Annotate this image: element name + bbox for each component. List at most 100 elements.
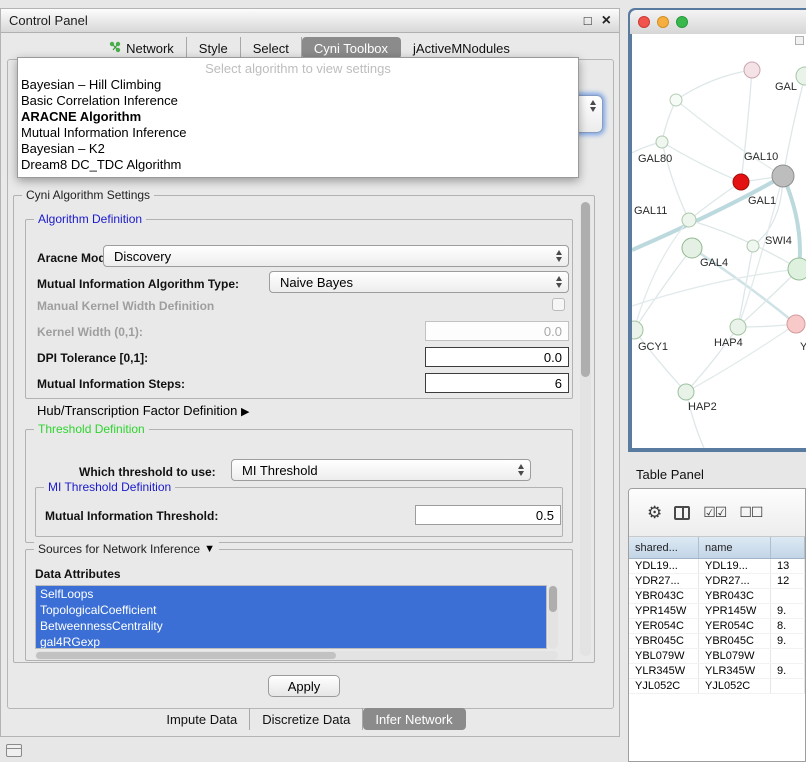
column-header-name[interactable]: name [699,537,771,558]
algorithm-option-aracne-algorithm[interactable]: ARACNE Algorithm [18,109,578,125]
network-edge[interactable] [741,70,752,182]
algorithm-option-basic-correlation-inference[interactable]: Basic Correlation Inference [18,93,578,109]
table-row[interactable]: YER054CYER054C8. [629,619,805,634]
tab-jactivemnodules[interactable]: jActiveMNodules [401,37,523,59]
table-header-row: shared...name [629,537,805,559]
dpi-tolerance-field[interactable] [425,347,569,367]
column-header-shared[interactable]: shared... [629,537,699,558]
table-row[interactable]: YLR345WYLR345W9. [629,664,805,679]
stepper-icon [556,276,562,288]
network-edge[interactable] [662,100,676,142]
algorithm-option-mutual-information-inference[interactable]: Mutual Information Inference [18,125,578,141]
kernel-width-label: Kernel Width (0,1): [37,325,143,339]
tab-discretize-data[interactable]: Discretize Data [250,708,363,730]
attributes-hscroll-thumb[interactable] [36,652,336,659]
zoom-traffic-light-icon[interactable] [676,16,688,28]
network-edge[interactable] [632,269,799,306]
network-graph[interactable]: GALGAL80GAL10GAL11GAL1SWI4GAL4GCY1HAP4YH… [632,34,806,448]
network-edge[interactable] [634,330,686,392]
attribute-item-betweennesscentrality[interactable]: BetweennessCentrality [36,618,546,634]
network-node[interactable] [682,238,702,258]
table-row[interactable]: YDR27...YDR27...12 [629,574,805,589]
tab-impute-data[interactable]: Impute Data [154,708,250,730]
mi-steps-field[interactable] [425,373,569,393]
table-cell: YLR345W [699,664,771,678]
algorithm-option-bayesian-hill-climbing[interactable]: Bayesian – Hill Climbing [18,77,578,93]
mi-threshold-field[interactable] [415,505,561,525]
tab-network[interactable]: Network [97,37,187,59]
tab-infer-network[interactable]: Infer Network [363,708,465,730]
node-label-hap2: HAP2 [688,401,717,413]
tab-label: Infer Network [375,712,452,727]
attribute-item-selfloops[interactable]: SelfLoops [36,586,546,602]
network-canvas[interactable]: GALGAL80GAL10GAL11GAL1SWI4GAL4GCY1HAP4YH… [632,34,806,448]
table-row[interactable]: YBR045CYBR045C9. [629,634,805,649]
kernel-width-field[interactable] [425,321,569,341]
close-traffic-light-icon[interactable] [638,16,650,28]
network-node[interactable] [796,67,806,85]
table-cell: YJL052C [699,679,771,693]
attributes-list-vscrollbar[interactable] [548,585,558,649]
deselect-all-checkboxes-icon[interactable]: ☐☐ [739,504,762,521]
network-node[interactable] [788,258,806,280]
network-node[interactable] [632,321,643,339]
table-row[interactable]: YBR043CYBR043C [629,589,805,604]
manual-kernel-checkbox[interactable] [552,298,565,311]
table-cell: YBL079W [699,649,771,663]
network-node[interactable] [730,319,746,335]
attribute-item-gal4rgexp[interactable]: gal4RGexp [36,634,546,649]
mi-algorithm-type-value: Naive Bayes [280,275,353,290]
settings-scrollbar-thumb[interactable] [581,202,590,377]
attributes-vscroll-thumb[interactable] [549,586,557,612]
cyni-settings-group-title: Cyni Algorithm Settings [22,188,154,202]
table-cell: YJL052C [629,679,699,693]
minimize-traffic-light-icon[interactable] [657,16,669,28]
network-node[interactable] [787,315,805,333]
algorithm-option-dream8-dc-tdc-algorithm[interactable]: Dream8 DC_TDC Algorithm [18,157,578,173]
float-window-icon[interactable]: □ [584,14,592,28]
network-edge[interactable] [783,176,800,269]
attributes-list-hscrollbar[interactable] [35,651,558,660]
chevron-down-icon[interactable]: ▼ [204,543,215,555]
table-row[interactable]: YDL19...YDL19...13 [629,559,805,574]
network-edge[interactable] [634,248,692,330]
dpi-tolerance-label: DPI Tolerance [0,1]: [37,351,148,365]
algorithm-option-bayesian-k2[interactable]: Bayesian – K2 [18,141,578,157]
tab-cyni-toolbox[interactable]: Cyni Toolbox [302,37,401,59]
network-node[interactable] [733,174,749,190]
apply-button[interactable]: Apply [268,675,340,697]
network-node[interactable] [656,136,668,148]
collapsed-panel-icon[interactable] [6,744,22,757]
attribute-item-topologicalcoefficient[interactable]: TopologicalCoefficient [36,602,546,618]
column-header-2[interactable] [771,537,805,558]
network-edge[interactable] [676,70,752,100]
settings-scrollbar[interactable] [580,202,591,656]
data-attributes-list[interactable]: SelfLoopsTopologicalCoefficientBetweenne… [35,585,547,649]
stepper-icon [590,100,596,112]
tab-label: Network [126,41,174,56]
network-node[interactable] [772,165,794,187]
columns-icon[interactable] [674,506,690,520]
hub-section-toggle[interactable]: Hub/Transcription Factor Definition ▶ [37,403,249,418]
mi-algorithm-type-select[interactable]: Naive Bayes [269,271,569,293]
network-node[interactable] [744,62,760,78]
network-node[interactable] [678,384,694,400]
network-edge[interactable] [676,100,783,176]
table-cell: 9. [771,604,805,618]
table-row[interactable]: YPR145WYPR145W9. [629,604,805,619]
table-row[interactable]: YBL079WYBL079W [629,649,805,664]
chevron-right-icon: ▶ [241,406,249,418]
tab-select[interactable]: Select [241,37,302,59]
table-row[interactable]: YJL052CYJL052C [629,679,805,694]
network-node[interactable] [747,240,759,252]
aracne-mode-select[interactable]: Discovery [103,245,569,267]
tab-style[interactable]: Style [187,37,241,59]
select-all-checkboxes-icon[interactable]: ☑☑ [703,504,726,521]
which-threshold-select[interactable]: MI Threshold [231,459,531,481]
close-window-icon[interactable]: × [602,14,611,28]
network-edge[interactable] [662,142,741,182]
network-node[interactable] [670,94,682,106]
gear-icon[interactable]: ⚙ [647,504,661,521]
network-node[interactable] [682,213,696,227]
node-label-gcy1: GCY1 [638,341,668,353]
